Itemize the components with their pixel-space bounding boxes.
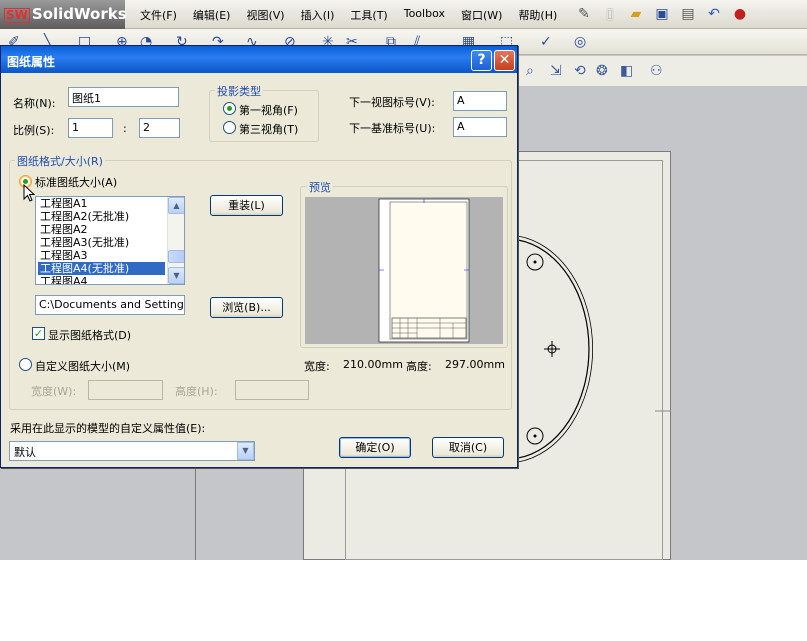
standard-size-label[interactable]: 标准图纸大小(A) <box>35 174 117 190</box>
name-field[interactable]: 图纸1 <box>68 87 179 107</box>
third-angle-label[interactable]: 第三视角(T) <box>239 121 298 137</box>
sheet-properties-dialog: 图纸属性 ? ✕ 名称(N): 图纸1 比例(S): 1 : 2 投影类型 第一… <box>0 45 518 468</box>
width-label: 宽度: <box>304 360 330 373</box>
dialog-title-bar[interactable]: 图纸属性 <box>1 46 517 73</box>
model-props-select[interactable]: 默认 ▼ <box>9 441 255 461</box>
next-datum-label: 下一基准标号(U): <box>349 122 436 135</box>
custom-size-radio[interactable] <box>19 358 32 371</box>
projection-type-title: 投影类型 <box>215 83 263 99</box>
help-button[interactable]: ? <box>471 50 492 71</box>
third-angle-radio[interactable] <box>223 121 236 134</box>
dialog-title: 图纸属性 <box>7 55 56 69</box>
list-item[interactable]: 工程图A3(无批准) <box>38 236 131 249</box>
next-datum-field[interactable]: A <box>453 117 507 137</box>
hole-center-bottom <box>533 434 537 438</box>
scale-separator: : <box>123 122 127 135</box>
drawing-gutter <box>195 468 303 560</box>
preview-title: 预览 <box>307 179 333 195</box>
list-item-selected[interactable]: 工程图A4(无批准) <box>38 262 165 275</box>
reload-button[interactable]: 重装(L) <box>210 195 283 216</box>
scale-label: 比例(S): <box>13 124 55 137</box>
name-label: 名称(N): <box>13 97 56 110</box>
close-button[interactable]: ✕ <box>494 50 515 71</box>
scale-denominator-field[interactable]: 2 <box>139 118 180 138</box>
height-label: 高度: <box>406 360 432 373</box>
chevron-down-icon[interactable]: ▼ <box>237 442 254 460</box>
browse-button[interactable]: 浏览(B)... <box>210 297 283 318</box>
custom-size-label[interactable]: 自定义图纸大小(M) <box>35 358 130 374</box>
custom-width-field[interactable] <box>88 380 163 400</box>
custom-height-field[interactable] <box>235 380 309 400</box>
hole-center-top <box>533 260 537 264</box>
custom-height-label: 高度(H): <box>175 385 218 398</box>
show-format-label[interactable]: 显示图纸格式(D) <box>48 327 131 343</box>
first-angle-label[interactable]: 第一视角(F) <box>239 102 298 118</box>
sheet-preview-image <box>378 198 470 343</box>
scroll-down-icon[interactable]: ▼ <box>168 267 184 284</box>
ok-button[interactable]: 确定(O) <box>339 437 411 458</box>
list-item[interactable]: 工程图A2(无批准) <box>38 210 131 223</box>
scroll-thumb[interactable] <box>168 250 184 263</box>
sheet-list-scrollbar[interactable]: ▲ ▼ <box>167 197 184 284</box>
mouse-pointer-icon <box>23 184 36 202</box>
scroll-up-icon[interactable]: ▲ <box>168 197 184 214</box>
width-value: 210.00mm <box>343 358 403 371</box>
model-props-value: 默认 <box>14 446 36 459</box>
next-view-field[interactable]: A <box>453 91 507 111</box>
list-item[interactable]: 工程图A4 <box>38 275 90 284</box>
custom-width-label: 宽度(W): <box>31 385 77 398</box>
cancel-button[interactable]: 取消(C) <box>432 437 504 458</box>
list-item[interactable]: 工程图A3 <box>38 249 90 262</box>
sheet-size-list[interactable]: 工程图A1 工程图A2(无批准) 工程图A2 工程图A3(无批准) 工程图A3 … <box>35 196 185 285</box>
format-path-field[interactable]: C:\Documents and Settings\Al <box>35 295 185 315</box>
height-value: 297.00mm <box>445 358 505 371</box>
scale-numerator-field[interactable]: 1 <box>68 118 113 138</box>
show-format-checkbox[interactable]: ✓ <box>32 327 45 340</box>
sheet-format-title: 图纸格式/大小(R) <box>15 153 105 169</box>
list-item[interactable]: 工程图A2 <box>38 223 90 236</box>
first-angle-radio[interactable] <box>223 102 236 115</box>
list-item[interactable]: 工程图A1 <box>38 197 90 210</box>
sheet-preview <box>305 197 503 344</box>
model-props-label: 采用在此显示的模型的自定义属性值(E): <box>10 422 206 435</box>
next-view-label: 下一视图标号(V): <box>349 96 435 109</box>
